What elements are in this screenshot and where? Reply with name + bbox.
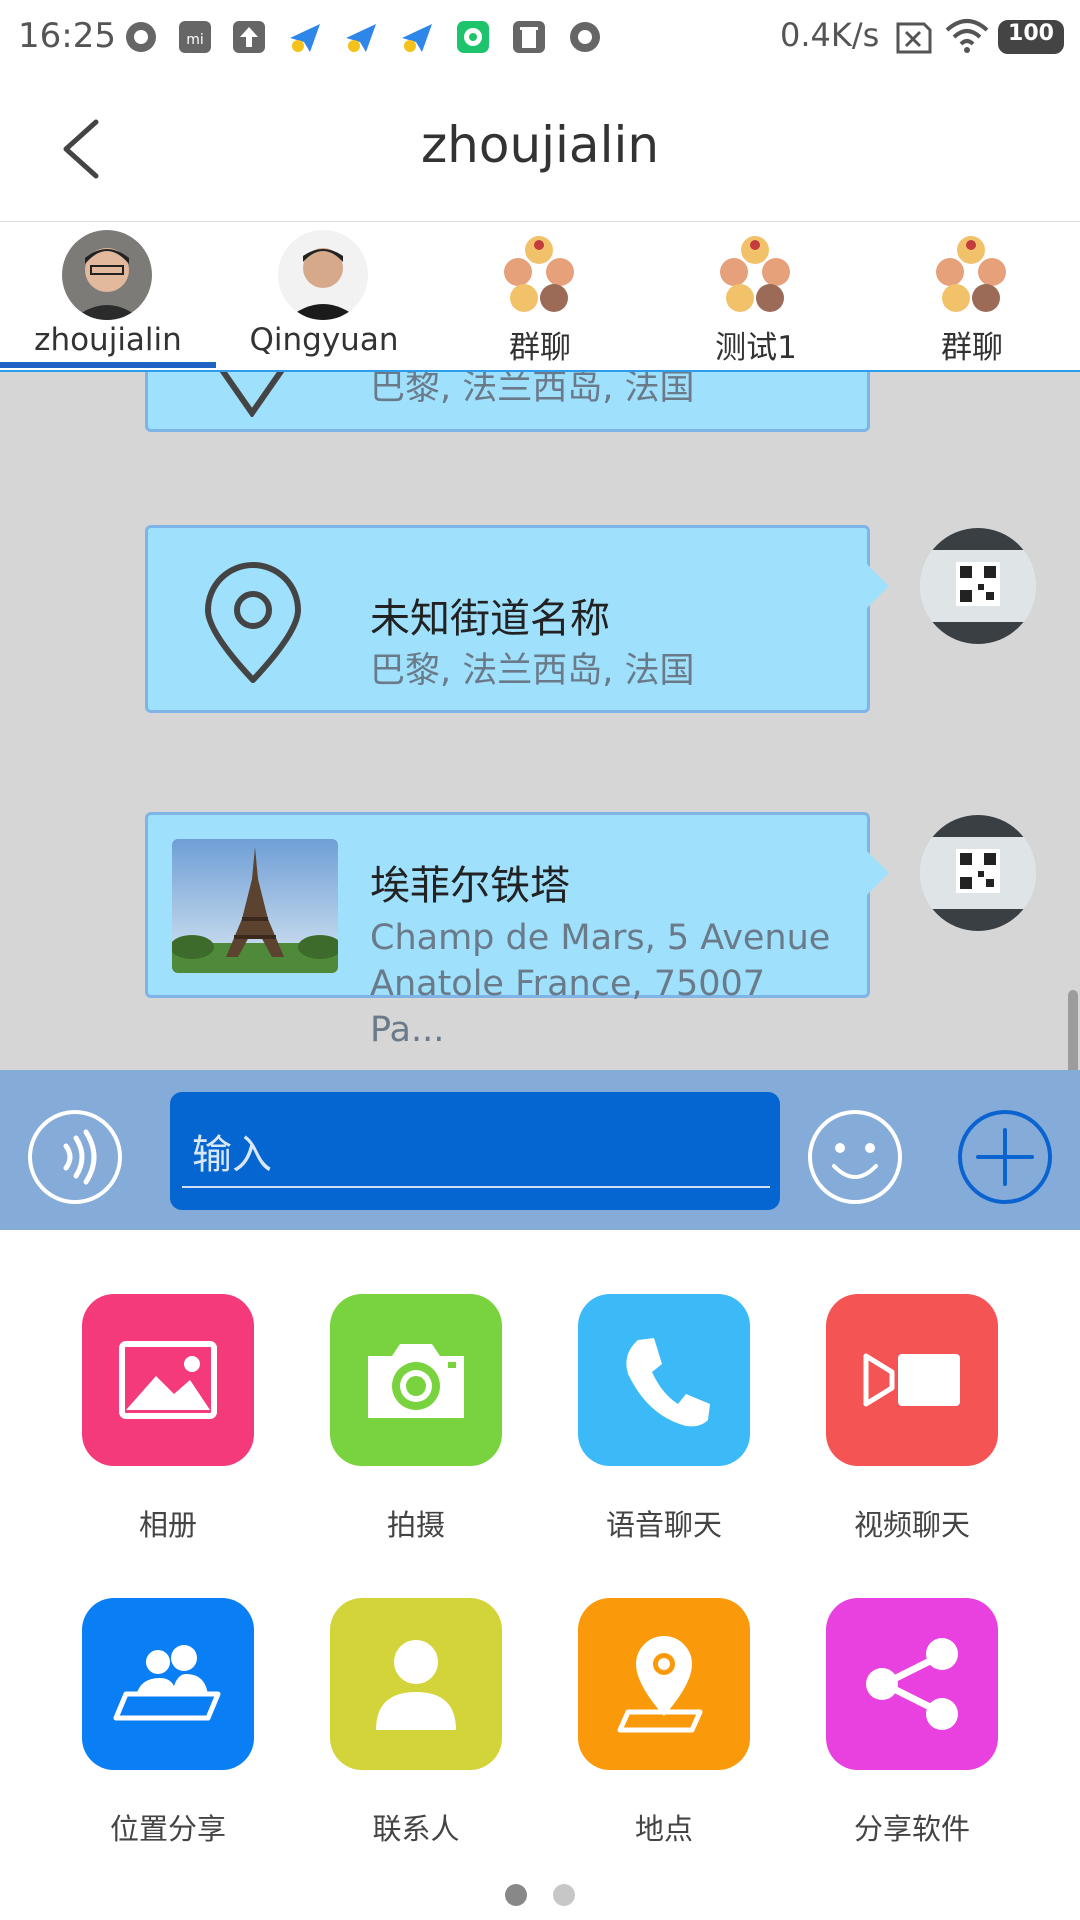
tab-label: Qingyuan (249, 322, 399, 358)
input-bar: 输入 (0, 1070, 1080, 1230)
camera-icon (368, 1344, 464, 1418)
tab-group-chat[interactable]: 群聊 (432, 222, 648, 370)
video-call-label: 视频聊天 (853, 1508, 970, 1542)
title-bar: zhoujialin (0, 76, 1080, 223)
wifi-icon (945, 19, 989, 53)
no-sim-icon (896, 22, 932, 54)
camera-label: 拍摄 (386, 1508, 445, 1542)
battery-level: 100 (1008, 21, 1054, 46)
page-indicator-dot-active[interactable] (505, 1884, 527, 1906)
trash-icon (513, 21, 545, 53)
sender-avatar[interactable] (920, 815, 1036, 931)
status-bar: 16:25 mi 0.4K/s 100 (0, 0, 1080, 76)
add-more-button[interactable] (956, 1108, 1054, 1206)
circle-icon (570, 22, 600, 52)
tab-zhoujialin[interactable]: zhoujialin (0, 222, 216, 370)
phone-icon (626, 1338, 710, 1427)
message-address: 巴黎, 法兰西岛, 法国 (370, 651, 695, 691)
gallery-button[interactable] (82, 1294, 254, 1466)
place-label: 地点 (634, 1812, 693, 1846)
place-button[interactable] (578, 1598, 750, 1770)
share-app-button[interactable] (826, 1598, 998, 1770)
contacts-button[interactable] (330, 1598, 502, 1770)
location-share-icon (113, 1645, 221, 1721)
input-underline (182, 1186, 770, 1188)
share-app-label: 分享软件 (853, 1812, 970, 1846)
plane-icon (290, 24, 320, 52)
avatar (278, 230, 368, 320)
page-title: zhoujialin (420, 116, 660, 174)
circle-icon (126, 22, 156, 52)
location-message[interactable]: 巴黎, 法兰西岛, 法国 (145, 372, 870, 432)
battery-icon: 100 (998, 20, 1064, 54)
chat-message-list[interactable]: 巴黎, 法兰西岛, 法国 未知街道名称 巴黎, 法兰西岛, 法国 埃菲尔铁塔 C… (0, 372, 1080, 1070)
tab-label: 群聊 (509, 330, 571, 366)
svg-text:mi: mi (186, 32, 204, 48)
video-call-button[interactable] (826, 1294, 998, 1466)
location-message[interactable]: 未知街道名称 巴黎, 法兰西岛, 法国 (145, 525, 889, 713)
tab-group-chat-2[interactable]: 群聊 (864, 222, 1080, 370)
tab-test1[interactable]: 测试1 (648, 222, 864, 370)
voice-call-button[interactable] (578, 1294, 750, 1466)
group-avatar (926, 230, 1016, 320)
contacts-label: 联系人 (372, 1812, 460, 1846)
message-title: 埃菲尔铁塔 (370, 863, 570, 909)
wechat-icon (457, 21, 489, 53)
message-input[interactable]: 输入 (170, 1092, 780, 1210)
group-avatar (710, 230, 800, 320)
message-address: 巴黎, 法兰西岛, 法国 (370, 372, 695, 408)
voice-input-button[interactable] (26, 1108, 124, 1206)
active-tab-indicator (0, 362, 216, 368)
gallery-icon (119, 1341, 217, 1419)
share-icon (866, 1638, 958, 1730)
group-avatar (494, 230, 584, 320)
place-icon (617, 1636, 703, 1733)
extension-panel: 相册 拍摄 语音聊天 视频聊天 位置分享 联系人 地点 分享软件 (0, 1230, 1080, 1920)
map-pin-icon (205, 562, 301, 683)
gallery-label: 相册 (138, 1508, 197, 1542)
tab-qingyuan[interactable]: Qingyuan (216, 222, 432, 370)
video-icon (863, 1353, 960, 1407)
map-pin-icon (219, 372, 285, 417)
message-address: Champ de Mars, 5 Avenue Anatole France, … (370, 918, 831, 1050)
page-indicator-dot[interactable] (553, 1884, 575, 1906)
message-title: 未知街道名称 (370, 596, 610, 642)
bubble-tail (867, 851, 889, 895)
emoji-button[interactable] (806, 1108, 904, 1206)
tab-label: 测试1 (715, 330, 797, 366)
contact-tab-bar: zhoujialin Qingyuan 群聊 测试1 群聊 (0, 222, 1080, 373)
location-message[interactable]: 埃菲尔铁塔 Champ de Mars, 5 Avenue Anatole Fr… (145, 812, 889, 1050)
eiffel-tower-photo (172, 839, 338, 973)
voice-call-label: 语音聊天 (605, 1508, 722, 1542)
tab-label: 群聊 (941, 330, 1003, 366)
location-share-label: 位置分享 (109, 1812, 226, 1846)
contact-icon (376, 1640, 456, 1730)
tab-label: zhoujialin (34, 322, 182, 358)
bubble-tail (867, 564, 889, 608)
status-time: 16:25 (18, 16, 116, 56)
upload-icon (233, 21, 265, 53)
avatar (62, 230, 152, 320)
plane-icon (402, 24, 432, 52)
location-share-button[interactable] (82, 1598, 254, 1770)
sender-avatar[interactable] (920, 528, 1036, 644)
plane-icon (346, 24, 376, 52)
mi-icon: mi (179, 21, 211, 53)
network-speed: 0.4K/s (780, 16, 880, 54)
message-input-placeholder: 输入 (192, 1132, 272, 1178)
camera-button[interactable] (330, 1294, 502, 1466)
